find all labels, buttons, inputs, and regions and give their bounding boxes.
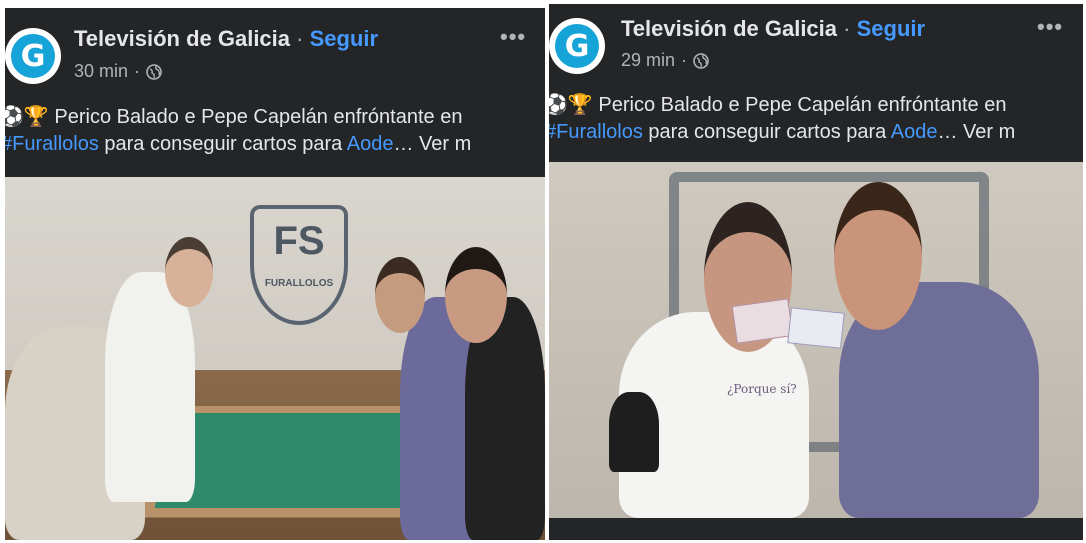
time-separator: · <box>681 50 688 70</box>
caption-text: Perico Balado e Pepe Capelán enfróntante… <box>598 94 1007 116</box>
person-white-shirt <box>105 272 195 502</box>
see-more-link[interactable]: … Ver m <box>937 121 1015 143</box>
hashtag-link[interactable]: #Furallolos <box>5 133 99 155</box>
page-name[interactable]: Televisión de Galicia <box>621 16 837 41</box>
globe-icon <box>693 52 709 69</box>
crest-subtext: FURALLOLOS <box>264 278 334 289</box>
post-meta: 30 min · <box>74 61 162 82</box>
post-time[interactable]: 30 min <box>74 61 128 82</box>
caption-text: Perico Balado e Pepe Capelán enfróntante… <box>54 106 463 128</box>
post-time[interactable]: 29 min <box>621 50 675 71</box>
follow-button[interactable]: Seguir <box>310 26 378 51</box>
logo-letter: G <box>555 24 599 68</box>
more-options-icon[interactable]: ••• <box>1037 14 1063 40</box>
post-photo[interactable]: FS FURALLOLOS <box>5 177 545 540</box>
follow-button[interactable]: Seguir <box>857 16 925 41</box>
post-caption-line-1: ⚽🏆 Perico Balado e Pepe Capelán enfrónta… <box>5 102 462 131</box>
post-card: G Televisión de Galicia · Seguir 30 min … <box>5 8 545 540</box>
mention-link[interactable]: Aode <box>891 121 938 143</box>
see-more-link[interactable]: … Ver m <box>393 133 471 155</box>
hashtag-link[interactable]: #Furallolos <box>549 121 643 143</box>
post-footer <box>549 518 1083 540</box>
banknote <box>731 298 794 344</box>
post-caption-line-2: #Furallolos para conseguir cartos para A… <box>549 118 1015 146</box>
page-avatar[interactable]: G <box>549 18 605 74</box>
post-card: G Televisión de Galicia · Seguir 29 min … <box>549 4 1083 540</box>
post-header: G Televisión de Galicia · Seguir 30 min … <box>5 8 545 94</box>
page-avatar[interactable]: G <box>5 28 61 84</box>
person-head <box>445 247 507 343</box>
mention-link[interactable]: Aode <box>347 133 394 155</box>
more-options-icon[interactable]: ••• <box>500 24 526 50</box>
post-meta: 29 min · <box>621 50 709 71</box>
person-head <box>834 182 922 330</box>
caption-emoji: ⚽🏆 <box>5 104 49 128</box>
globe-icon <box>146 63 162 80</box>
person-head <box>165 237 213 307</box>
separator-dot: · <box>296 26 304 51</box>
banknote <box>787 307 845 349</box>
shirt-text: ¿Porque sí? <box>727 382 797 396</box>
post-header: G Televisión de Galicia · Seguir 29 min … <box>549 4 1083 90</box>
caption-text-2: para conseguir cartos para <box>642 121 891 143</box>
person-dark-sleeve <box>609 392 659 472</box>
caption-text-2: para conseguir cartos para <box>98 133 347 155</box>
logo-letter: G <box>11 34 55 78</box>
crest-text: FS <box>273 219 325 263</box>
post-caption-line-1: ⚽🏆 Perico Balado e Pepe Capelán enfrónta… <box>549 90 1006 119</box>
page-name-line: Televisión de Galicia · Seguir <box>74 26 378 52</box>
page-name[interactable]: Televisión de Galicia <box>74 26 290 51</box>
crest-logo: FS FURALLOLOS <box>250 205 348 325</box>
separator-dot: · <box>843 16 851 41</box>
person-head <box>375 257 425 333</box>
caption-emoji: ⚽🏆 <box>549 92 593 116</box>
post-photo[interactable]: ¿Porque sí? <box>549 162 1083 518</box>
post-caption-line-2: #Furallolos para conseguir cartos para A… <box>5 130 471 158</box>
page-name-line: Televisión de Galicia · Seguir <box>621 16 925 42</box>
time-separator: · <box>134 61 141 81</box>
